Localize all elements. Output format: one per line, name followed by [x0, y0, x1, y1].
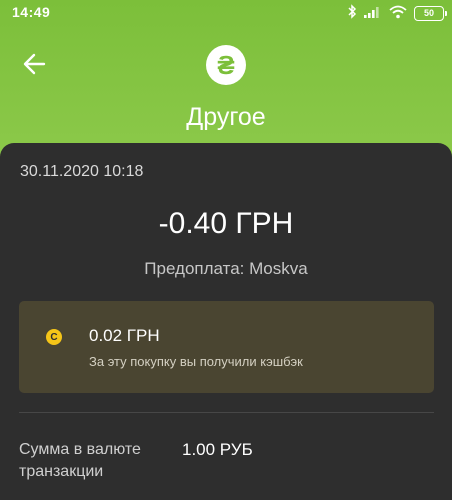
transaction-merchant: Предоплата: Moskva [144, 259, 308, 278]
detail-label: Сумма в валюте транзакции [19, 441, 141, 480]
cashback-note: За эту покупку вы получили кэшбэк [89, 354, 303, 369]
page-title: Другое [186, 103, 266, 131]
back-button[interactable] [20, 50, 50, 78]
hryvnia-icon: ₴ [206, 45, 246, 85]
signal-icon [364, 5, 382, 21]
wifi-icon [389, 5, 407, 22]
status-time: 14:49 [12, 4, 51, 20]
coin-icon: C [46, 329, 62, 345]
arrow-left-icon [23, 53, 46, 75]
header: 14:49 50 ₴ Другое [0, 0, 452, 160]
status-bar: 14:49 50 [0, 0, 452, 26]
detail-value: 1.00 РУБ [182, 440, 253, 459]
divider [19, 412, 434, 413]
cashback-box: C 0.02 ГРН За эту покупку вы получили кэ… [19, 301, 434, 393]
transaction-amount: -0.40 ГРН [158, 207, 294, 240]
status-icons: 50 [347, 4, 447, 22]
transaction-datetime: 30.11.2020 10:18 [20, 163, 144, 180]
battery-icon: 50 [414, 5, 447, 21]
transaction-card: 30.11.2020 10:18 -0.40 ГРН Предоплата: M… [0, 143, 452, 500]
cashback-amount: 0.02 ГРН [89, 326, 160, 345]
bluetooth-icon [347, 4, 357, 22]
